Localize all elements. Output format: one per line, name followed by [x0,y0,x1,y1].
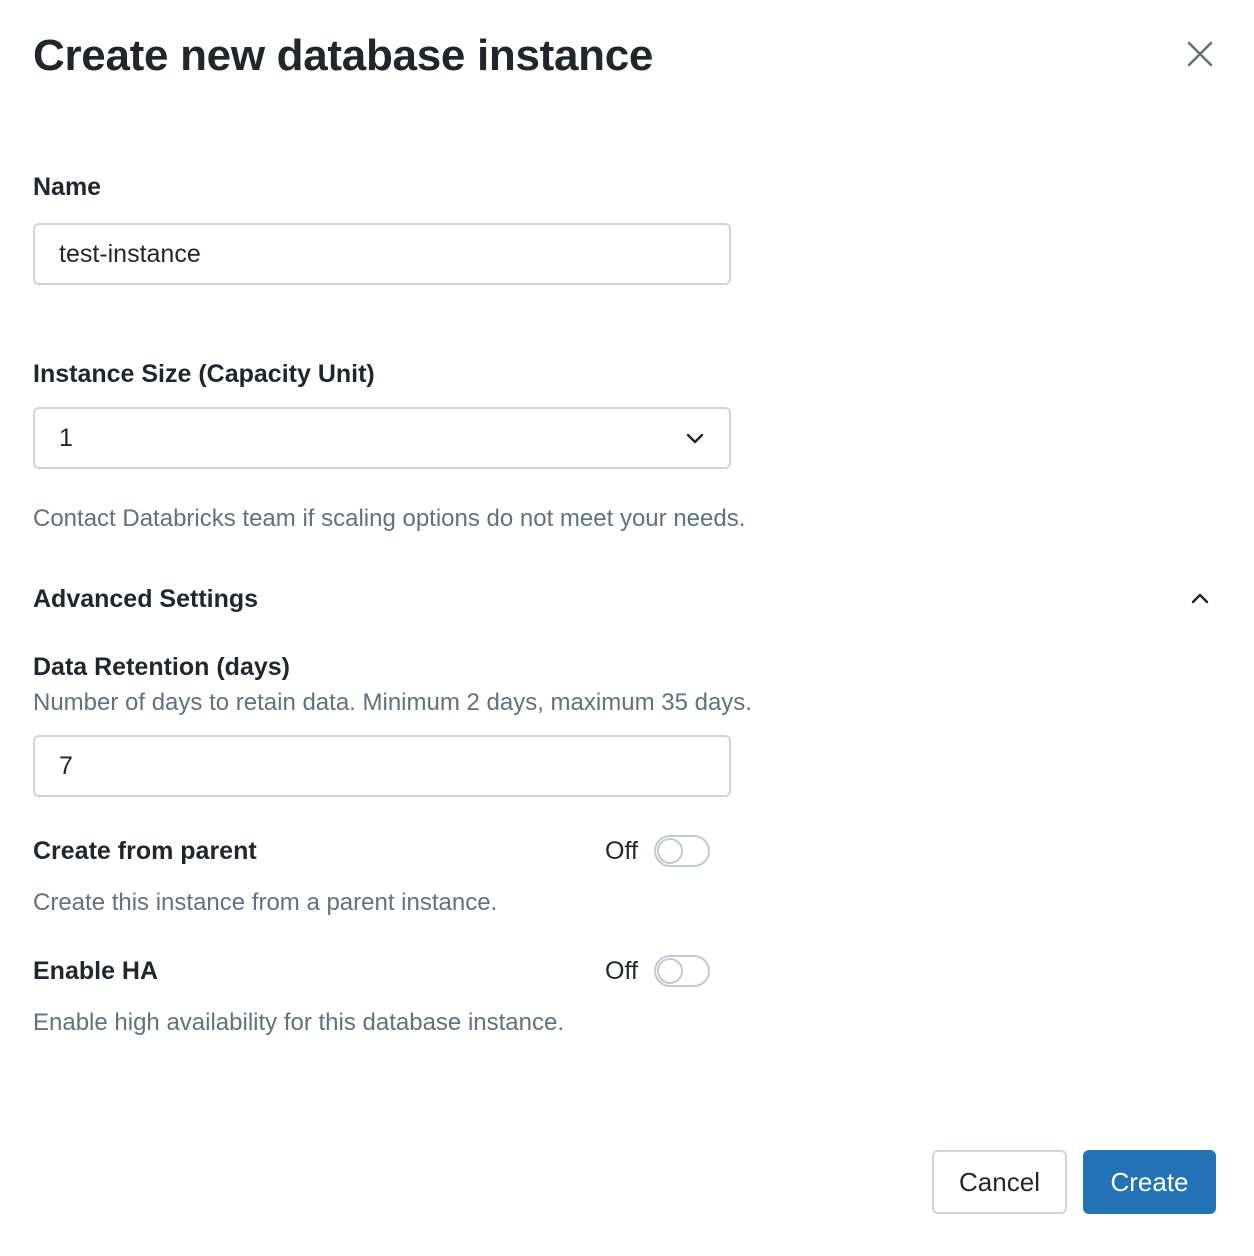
enable-ha-switch-row: Off [605,954,710,988]
enable-ha-help: Enable high availability for this databa… [33,1009,564,1036]
toggle-knob [656,958,683,984]
close-button[interactable] [1180,34,1220,74]
data-retention-label: Data Retention (days) [33,653,290,681]
name-label: Name [33,173,102,201]
create-button[interactable]: Create [1083,1150,1216,1214]
create-from-parent-state: Off [605,836,638,865]
create-from-parent-toggle[interactable] [653,835,710,867]
advanced-settings-toggle[interactable] [1184,584,1216,612]
enable-ha-state: Off [605,956,638,985]
instance-size-value: 1 [59,423,73,452]
chevron-up-icon [1191,593,1209,604]
name-input[interactable]: test-instance [33,223,731,285]
data-retention-input[interactable]: 7 [33,735,731,797]
create-from-parent-label: Create from parent [33,837,257,865]
instance-size-help: Contact Databricks team if scaling optio… [33,505,746,532]
enable-ha-label: Enable HA [33,957,159,985]
enable-ha-toggle[interactable] [653,955,710,987]
chevron-down-icon [685,431,705,445]
dialog-title: Create new database instance [33,31,654,80]
name-input-value: test-instance [59,239,201,268]
data-retention-value: 7 [59,751,73,780]
advanced-settings-header[interactable]: Advanced Settings [33,583,258,615]
instance-size-label: Instance Size (Capacity Unit) [33,360,375,388]
data-retention-help: Number of days to retain data. Minimum 2… [33,689,752,716]
close-icon [1187,41,1213,67]
toggle-knob [656,838,683,864]
create-from-parent-help: Create this instance from a parent insta… [33,889,498,916]
cancel-button[interactable]: Cancel [932,1150,1067,1214]
create-from-parent-switch-row: Off [605,834,710,868]
instance-size-select[interactable]: 1 [33,407,731,469]
